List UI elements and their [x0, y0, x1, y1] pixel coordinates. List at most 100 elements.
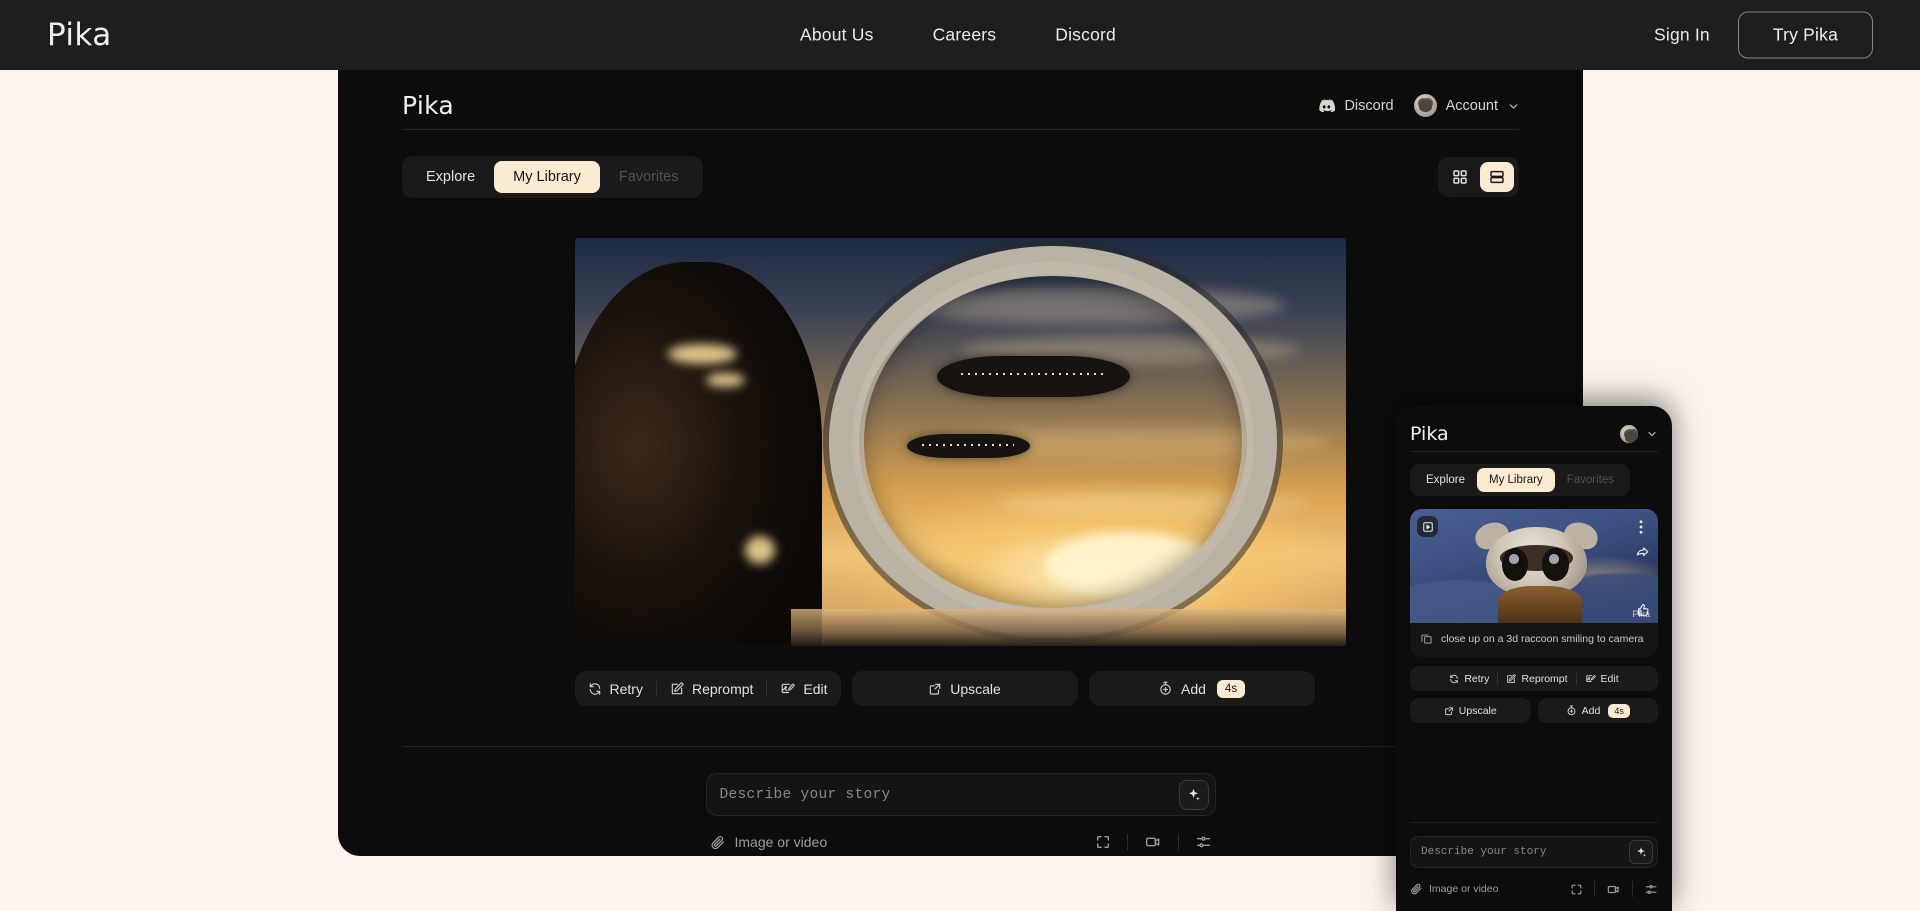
- mobile-retry-button[interactable]: Retry: [1441, 673, 1497, 685]
- add-group[interactable]: Add 4s: [1088, 671, 1315, 706]
- mobile-tab-favorites[interactable]: Favorites: [1555, 468, 1626, 492]
- airlock-floor: [790, 609, 1346, 646]
- view-mode-toggle: [1438, 157, 1519, 197]
- nav-link-discord[interactable]: Discord: [1055, 25, 1116, 46]
- app-logo[interactable]: Pika: [402, 91, 454, 120]
- discord-label: Discord: [1344, 97, 1394, 114]
- upscale-icon: [1444, 706, 1454, 716]
- edit-button[interactable]: Edit: [767, 681, 840, 697]
- library-tabs-row: Explore My Library Favorites: [402, 156, 1519, 198]
- chevron-down-icon: [1646, 428, 1658, 440]
- raccoon-character: [1471, 518, 1602, 623]
- prompt-area: Describe your story Image or video: [705, 773, 1216, 850]
- upscale-group[interactable]: Upscale: [851, 671, 1078, 706]
- aspect-ratio-icon[interactable]: [1570, 883, 1583, 896]
- attach-media-label: Image or video: [734, 834, 828, 850]
- mobile-retry-label: Retry: [1464, 672, 1490, 685]
- sparkle-icon: [1635, 846, 1647, 858]
- mobile-account-menu[interactable]: [1620, 424, 1658, 443]
- mobile-prompt-area: Describe your story Image or video: [1396, 822, 1672, 911]
- mobile-app-logo[interactable]: Pika: [1410, 423, 1449, 445]
- pika-watermark: Pika: [1632, 609, 1650, 619]
- avatar: [1620, 424, 1638, 443]
- mobile-video-thumbnail[interactable]: Pika: [1410, 509, 1658, 623]
- mobile-add-group[interactable]: Add 4s: [1537, 698, 1658, 724]
- reprompt-icon: [670, 682, 684, 696]
- mobile-upscale-button[interactable]: Upscale: [1436, 705, 1505, 717]
- prompt-placeholder: Describe your story: [719, 786, 891, 803]
- mobile-prompt-placeholder: Describe your story: [1421, 846, 1547, 858]
- discord-icon: [1318, 99, 1336, 112]
- list-view-icon: [1489, 169, 1505, 185]
- mobile-card-caption: close up on a 3d raccoon smiling to came…: [1410, 623, 1658, 657]
- share-button[interactable]: [1632, 541, 1653, 562]
- prompt-tool-icons: [1095, 834, 1212, 850]
- reprompt-label: Reprompt: [691, 680, 754, 697]
- app-header-actions: Discord Account: [1318, 94, 1519, 117]
- nav-link-about-us[interactable]: About Us: [800, 25, 874, 46]
- edit-label: Edit: [803, 680, 828, 697]
- grid-view-icon: [1452, 169, 1468, 185]
- foreground-figure-silhouette: [575, 262, 822, 646]
- video-preview[interactable]: [575, 238, 1346, 646]
- mobile-upscale-group[interactable]: Upscale: [1410, 698, 1531, 724]
- airlock-window: [829, 246, 1277, 638]
- mobile-tab-explore[interactable]: Explore: [1414, 468, 1477, 492]
- mobile-video-card: Pika close up on a 3d raccoon smiling to…: [1410, 509, 1658, 658]
- mobile-caption-text: close up on a 3d raccoon smiling to came…: [1441, 633, 1644, 645]
- mobile-tab-my-library[interactable]: My Library: [1477, 468, 1555, 492]
- retry-icon: [1449, 674, 1459, 684]
- mobile-action-bar: Retry Reprompt Edit Upscale Add 4s: [1410, 666, 1658, 724]
- prompt-toolbar: Image or video: [706, 834, 1216, 850]
- add-duration-icon: [1566, 705, 1577, 716]
- prompt-divider: [402, 746, 1519, 747]
- mobile-edit-actions-group: Retry Reprompt Edit: [1410, 666, 1658, 692]
- mobile-add-label: Add: [1581, 704, 1601, 717]
- mobile-attach-media-button[interactable]: Image or video: [1410, 883, 1498, 895]
- share-arrow-icon: [1635, 545, 1650, 559]
- upscale-label: Upscale: [950, 680, 1001, 697]
- tab-explore[interactable]: Explore: [407, 161, 494, 193]
- nav-link-careers[interactable]: Careers: [933, 25, 997, 46]
- mobile-add-duration-badge: 4s: [1608, 703, 1630, 718]
- retry-icon: [588, 682, 602, 696]
- settings-sliders-icon[interactable]: [1195, 834, 1212, 850]
- mobile-reprompt-button[interactable]: Reprompt: [1498, 673, 1575, 685]
- card-menu-button[interactable]: [1630, 516, 1651, 537]
- aspect-ratio-icon[interactable]: [1095, 834, 1111, 850]
- video-camera-icon[interactable]: [1144, 834, 1162, 850]
- video-camera-icon[interactable]: [1606, 883, 1621, 896]
- grid-view-button[interactable]: [1443, 162, 1477, 192]
- list-view-button[interactable]: [1480, 162, 1514, 192]
- mobile-reprompt-label: Reprompt: [1521, 672, 1568, 685]
- reprompt-button[interactable]: Reprompt: [657, 681, 766, 697]
- account-menu[interactable]: Account: [1413, 94, 1519, 117]
- try-pika-button[interactable]: Try Pika: [1737, 11, 1873, 59]
- prompt-input-box[interactable]: Describe your story: [705, 773, 1216, 816]
- copy-icon[interactable]: [1420, 632, 1433, 646]
- mobile-generate-button[interactable]: [1629, 840, 1653, 864]
- pika-brand-logo[interactable]: Pika: [47, 17, 112, 53]
- reprompt-icon: [1506, 673, 1517, 684]
- generate-button[interactable]: [1178, 779, 1209, 810]
- account-label: Account: [1445, 97, 1498, 114]
- add-duration-icon: [1158, 681, 1173, 696]
- mobile-prompt-input-box[interactable]: Describe your story: [1410, 836, 1658, 868]
- mobile-edit-button[interactable]: Edit: [1577, 673, 1627, 685]
- mobile-add-button[interactable]: Add 4s: [1558, 703, 1638, 718]
- retry-button[interactable]: Retry: [575, 681, 656, 697]
- app-header: Pika Discord Account: [402, 82, 1519, 130]
- add-button[interactable]: Add 4s: [1145, 679, 1258, 698]
- play-box-button[interactable]: [1417, 516, 1438, 537]
- mobile-prompt-tool-icons: [1570, 881, 1658, 897]
- upscale-button[interactable]: Upscale: [915, 681, 1014, 697]
- discord-button[interactable]: Discord: [1318, 97, 1394, 114]
- sign-in-link[interactable]: Sign In: [1654, 25, 1710, 46]
- edit-image-icon: [1585, 674, 1596, 684]
- tab-my-library[interactable]: My Library: [494, 161, 600, 193]
- tab-favorites[interactable]: Favorites: [600, 161, 698, 193]
- nav-links: About Us Careers Discord: [800, 25, 1116, 46]
- attach-media-button[interactable]: Image or video: [710, 834, 828, 850]
- settings-sliders-icon[interactable]: [1644, 883, 1658, 896]
- mobile-edit-label: Edit: [1600, 672, 1619, 685]
